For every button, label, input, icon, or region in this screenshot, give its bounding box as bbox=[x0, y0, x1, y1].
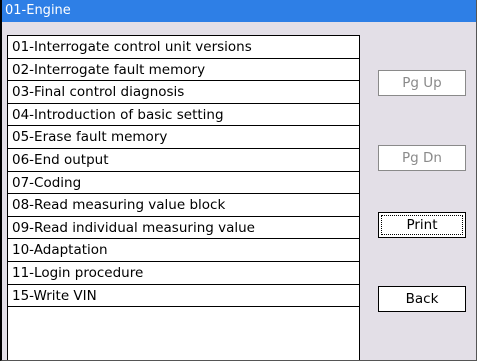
menu-item-coding[interactable]: 07-Coding bbox=[8, 172, 359, 195]
menu-item-interrogate-fault-memory[interactable]: 02-Interrogate fault memory bbox=[8, 59, 359, 82]
menu-item-write-vin[interactable]: 15-Write VIN bbox=[8, 285, 359, 308]
app-window: 01-Engine 01-Interrogate control unit ve… bbox=[0, 0, 477, 361]
back-button[interactable]: Back bbox=[378, 286, 466, 312]
menu-item-read-measuring-value-block[interactable]: 08-Read measuring value block bbox=[8, 194, 359, 217]
menu-item-read-individual-measuring-value[interactable]: 09-Read individual measuring value bbox=[8, 217, 359, 240]
menu-item-end-output[interactable]: 06-End output bbox=[8, 149, 359, 172]
menu-item-introduction-of-basic-setting[interactable]: 04-Introduction of basic setting bbox=[8, 104, 359, 127]
menu-item-interrogate-control-unit-versions[interactable]: 01-Interrogate control unit versions bbox=[8, 36, 359, 59]
page-up-button[interactable]: Pg Up bbox=[378, 70, 466, 96]
page-down-button[interactable]: Pg Dn bbox=[378, 145, 466, 171]
menu-item-erase-fault-memory[interactable]: 05-Erase fault memory bbox=[8, 126, 359, 149]
title-bar: 01-Engine bbox=[2, 0, 476, 22]
print-button[interactable]: Print bbox=[378, 212, 466, 238]
menu-item-login-procedure[interactable]: 11-Login procedure bbox=[8, 262, 359, 285]
menu-item-adaptation[interactable]: 10-Adaptation bbox=[8, 239, 359, 262]
menu-item-final-control-diagnosis[interactable]: 03-Final control diagnosis bbox=[8, 81, 359, 104]
function-menu-list: 01-Interrogate control unit versions 02-… bbox=[7, 35, 360, 360]
